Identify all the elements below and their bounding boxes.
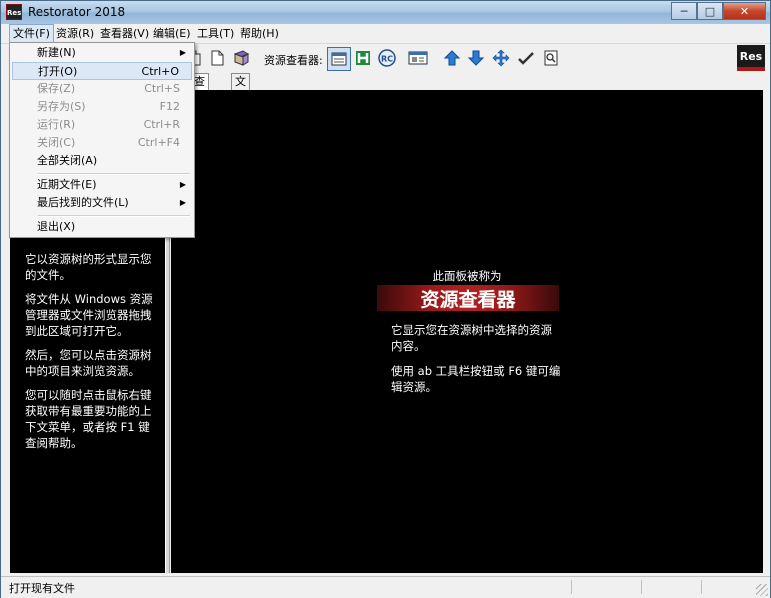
rc-icon[interactable]: RC bbox=[376, 47, 398, 69]
menu-item-last-found-files[interactable]: 最后找到的文件(L) ▶ bbox=[12, 194, 192, 212]
tab-file-browser[interactable]: 文件浏览器 bbox=[231, 73, 250, 152]
left-panel-paragraph: 它以资源树的形式显示您的文件。 bbox=[25, 252, 152, 282]
menu-item-close: 关闭(C) Ctrl+F4 bbox=[12, 134, 192, 152]
status-text: 打开现有文件 bbox=[9, 582, 75, 595]
resource-viewer-label: 资源查看器: bbox=[264, 54, 323, 67]
menu-item-shortcut: Ctrl+O bbox=[141, 65, 179, 78]
menu-item-label: 最后找到的文件(L) bbox=[37, 196, 129, 209]
restorator-logo: Res bbox=[737, 45, 765, 71]
menu-item-recent-files[interactable]: 近期文件(E) ▶ bbox=[12, 176, 192, 194]
menu-item-label: 关闭(C) bbox=[37, 136, 76, 149]
status-cell bbox=[571, 580, 572, 594]
menu-item-save-as: 另存为(S) F12 bbox=[12, 98, 192, 116]
search-page-icon[interactable] bbox=[540, 47, 562, 69]
menu-item-label: 运行(R) bbox=[37, 118, 76, 131]
close-button[interactable]: ✕ bbox=[723, 2, 766, 20]
viewer-grid-icon[interactable] bbox=[327, 47, 351, 71]
menu-item-label: 打开(O) bbox=[38, 65, 78, 78]
application-window: Res Restorator 2018 ─ □ ✕ 文件(F) 资源(R) 查看… bbox=[0, 0, 771, 598]
book-icon[interactable] bbox=[230, 47, 252, 69]
panel-subtitle: 此面板被称为 bbox=[432, 269, 502, 283]
window-title: Restorator 2018 bbox=[28, 5, 126, 19]
menu-item-close-all[interactable]: 全部关闭(A) bbox=[12, 152, 192, 170]
left-panel-paragraph: 您可以随时点击鼠标右键获取带有最重要功能的上下文菜单，或者按 F1 键查阅帮助。 bbox=[25, 388, 152, 450]
menu-resources[interactable]: 资源(R) bbox=[53, 25, 97, 42]
menu-help[interactable]: 帮助(H) bbox=[237, 25, 282, 42]
menu-item-new[interactable]: 新建(N) ▶ bbox=[12, 44, 192, 62]
menu-item-exit[interactable]: 退出(X) bbox=[12, 218, 192, 236]
resource-viewer-panel[interactable]: 此面板被称为 资源查看器 它显示您在资源树中选择的资源内容。 使用 ab 工具栏… bbox=[171, 90, 763, 573]
menu-item-label: 新建(N) bbox=[37, 46, 76, 59]
menu-separator bbox=[38, 173, 190, 175]
menu-file[interactable]: 文件(F) bbox=[9, 24, 54, 43]
menu-item-label: 近期文件(E) bbox=[37, 178, 97, 191]
submenu-arrow-icon: ▶ bbox=[179, 198, 186, 207]
resource-viewer-banner: 资源查看器 bbox=[377, 285, 559, 311]
arrow-up-icon[interactable] bbox=[441, 47, 463, 69]
left-panel-paragraph: 将文件从 Windows 资源管理器或文件浏览器拖拽到此区域可打开它。 bbox=[25, 292, 153, 338]
svg-text:RC: RC bbox=[381, 55, 393, 64]
file-menu-dropdown: 新建(N) ▶ 打开(O) Ctrl+O 保存(Z) Ctrl+S 另存为(S)… bbox=[9, 42, 195, 238]
menu-item-shortcut: Ctrl+S bbox=[144, 82, 180, 95]
move-icon[interactable] bbox=[490, 47, 512, 69]
maximize-button[interactable]: □ bbox=[697, 2, 723, 20]
menu-tools[interactable]: 工具(T) bbox=[194, 25, 237, 42]
status-cell bbox=[641, 580, 642, 594]
menu-edit[interactable]: 编辑(E) bbox=[150, 25, 194, 42]
menu-item-label: 退出(X) bbox=[37, 220, 76, 233]
app-icon[interactable]: Res bbox=[6, 4, 22, 20]
menu-item-open[interactable]: 打开(O) Ctrl+O bbox=[12, 62, 192, 80]
menu-item-save: 保存(Z) Ctrl+S bbox=[12, 80, 192, 98]
right-panel-paragraph: 它显示您在资源树中选择的资源内容。 bbox=[391, 323, 552, 353]
resize-grip[interactable] bbox=[756, 584, 768, 596]
menu-item-shortcut: F12 bbox=[159, 100, 180, 113]
submenu-arrow-icon: ▶ bbox=[179, 180, 186, 189]
minimize-button[interactable]: ─ bbox=[671, 2, 697, 20]
status-cell bbox=[701, 580, 702, 594]
menu-item-label: 保存(Z) bbox=[37, 82, 76, 95]
title-bar[interactable]: Res Restorator 2018 ─ □ ✕ bbox=[1, 1, 770, 24]
arrow-down-icon[interactable] bbox=[465, 47, 487, 69]
menu-item-label: 另存为(S) bbox=[37, 100, 86, 113]
menu-bar: 文件(F) 资源(R) 查看器(V) 编辑(E) 工具(T) 帮助(H) bbox=[1, 24, 770, 44]
resource-icon[interactable] bbox=[407, 47, 429, 69]
submenu-arrow-icon: ▶ bbox=[179, 48, 186, 57]
caption-buttons: ─ □ ✕ bbox=[671, 2, 766, 20]
h-icon[interactable] bbox=[352, 47, 374, 69]
page-icon[interactable] bbox=[206, 47, 228, 69]
menu-viewer[interactable]: 查看器(V) bbox=[97, 25, 152, 42]
checkmark-icon[interactable] bbox=[515, 47, 537, 69]
menu-separator bbox=[38, 215, 190, 217]
right-panel-paragraph: 使用 ab 工具栏按钮或 F6 键可编辑资源。 bbox=[391, 364, 561, 394]
menu-item-shortcut: Ctrl+F4 bbox=[137, 136, 180, 149]
menu-item-shortcut: Ctrl+R bbox=[143, 118, 180, 131]
status-bar: 打开现有文件 bbox=[1, 576, 770, 598]
left-panel-paragraph: 然后，您可以点击资源树中的项目来浏览资源。 bbox=[25, 348, 152, 378]
menu-item-label: 全部关闭(A) bbox=[37, 154, 98, 167]
menu-item-run: 运行(R) Ctrl+R bbox=[12, 116, 192, 134]
